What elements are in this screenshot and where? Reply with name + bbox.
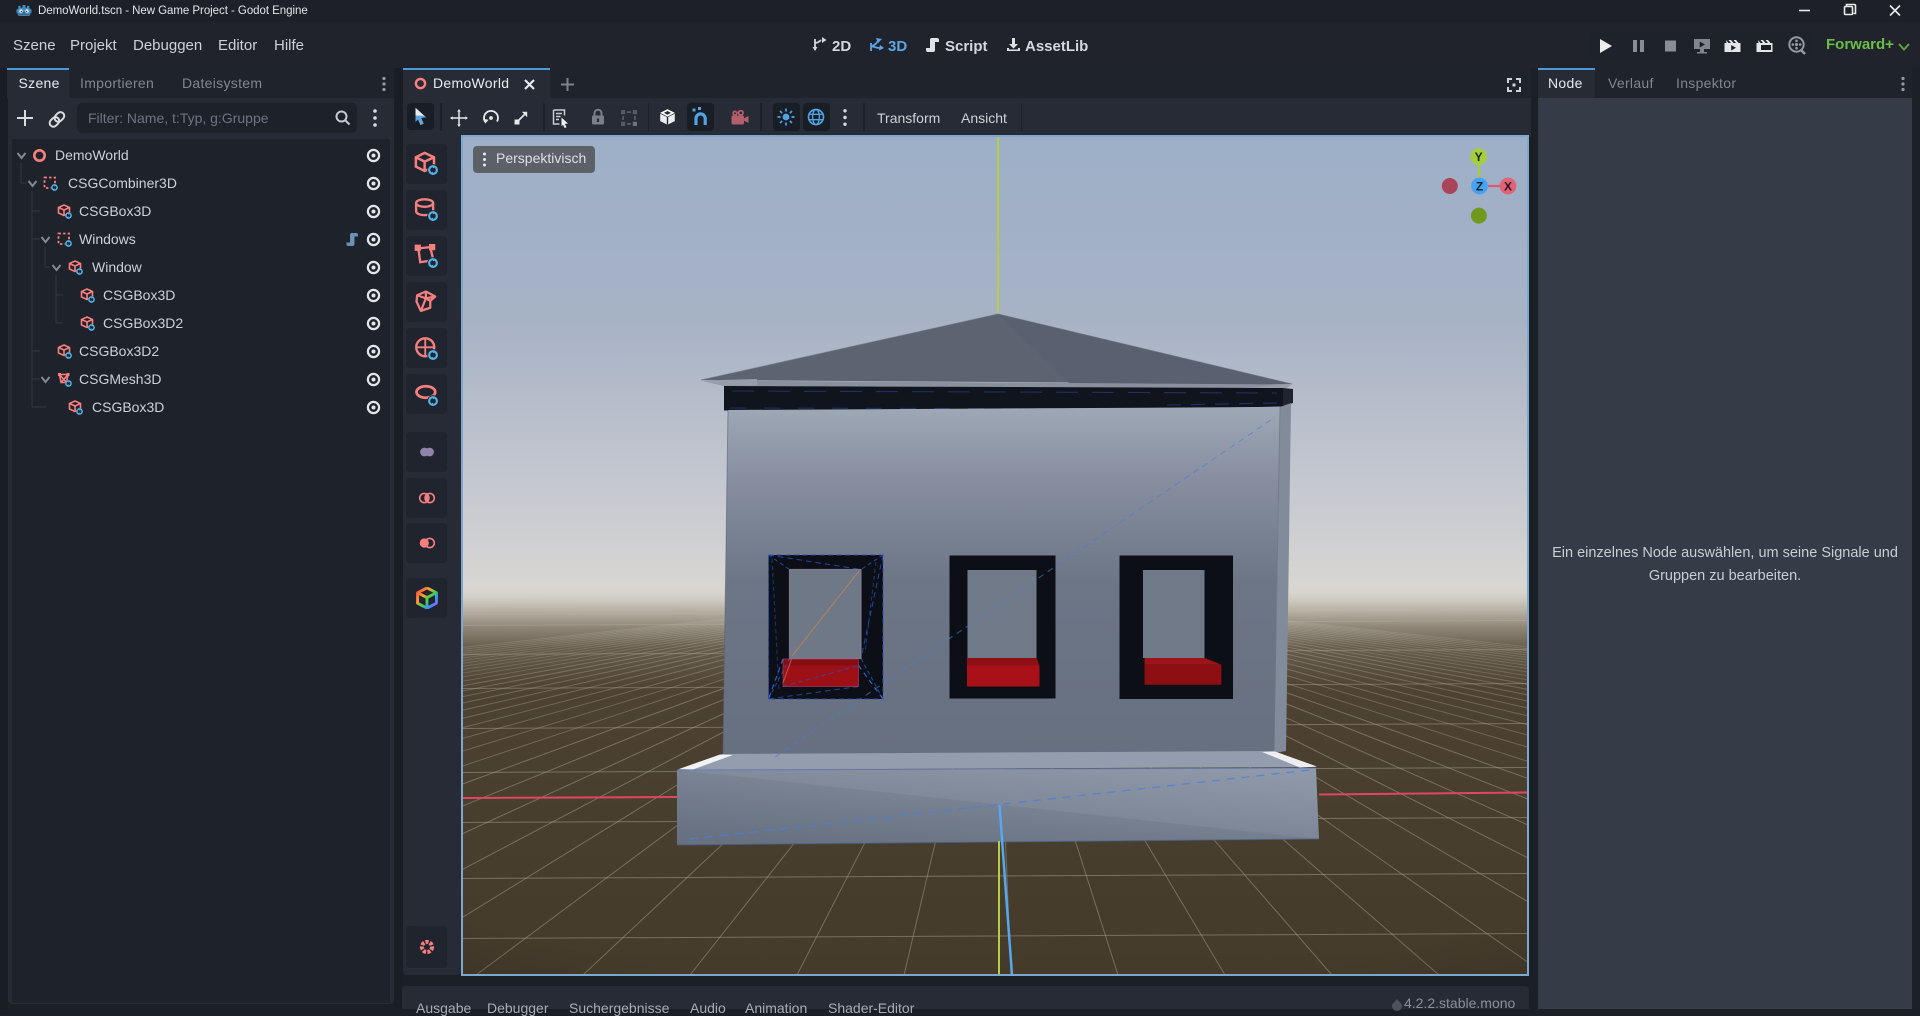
svg-text:Y: Y (1475, 150, 1483, 164)
svg-text:Z: Z (1476, 179, 1483, 193)
svg-text:X: X (1504, 179, 1512, 193)
